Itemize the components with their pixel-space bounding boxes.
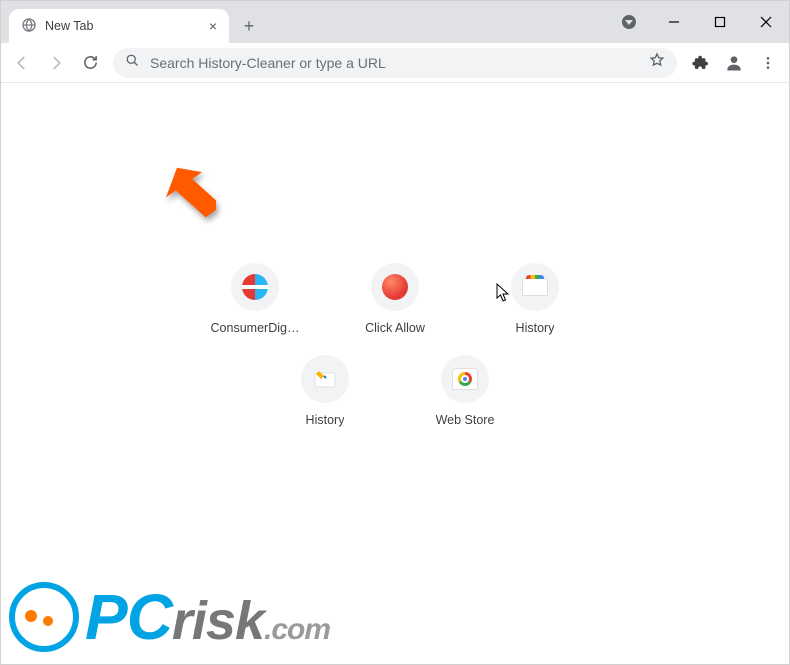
window-close-button[interactable] bbox=[743, 1, 789, 43]
annotation-arrow-icon bbox=[156, 163, 216, 233]
shortcut-label: History bbox=[516, 321, 555, 335]
back-button[interactable] bbox=[7, 48, 37, 78]
shortcut-icon-wrap bbox=[371, 263, 419, 311]
caption-dropdown[interactable] bbox=[615, 8, 643, 36]
shortcut-grid: ConsumerDig… Click Allow History History bbox=[185, 263, 605, 427]
shortcut-icon-wrap bbox=[441, 355, 489, 403]
red-sphere-icon bbox=[382, 274, 408, 300]
new-tab-button[interactable]: + bbox=[235, 12, 263, 40]
watermark: PCrisk.com bbox=[9, 580, 330, 654]
extensions-button[interactable] bbox=[685, 48, 715, 78]
history-window-icon bbox=[522, 278, 548, 296]
shortcut-icon-wrap bbox=[231, 263, 279, 311]
kebab-icon bbox=[760, 55, 776, 71]
close-icon bbox=[760, 16, 772, 28]
window-minimize-button[interactable] bbox=[651, 1, 697, 43]
search-icon bbox=[125, 53, 140, 73]
tab-new-tab[interactable]: New Tab × bbox=[9, 9, 229, 43]
shortcut-consumerdig[interactable]: ConsumerDig… bbox=[200, 263, 310, 335]
arrow-right-icon bbox=[47, 54, 65, 72]
shortcut-web-store[interactable]: Web Store bbox=[410, 355, 520, 427]
shortcut-label: Web Store bbox=[436, 413, 495, 427]
watermark-text: PCrisk.com bbox=[85, 580, 330, 654]
profile-button[interactable] bbox=[719, 48, 749, 78]
tab-title: New Tab bbox=[45, 19, 93, 33]
toolbar bbox=[1, 43, 789, 83]
pcrisk-logo-icon bbox=[9, 582, 79, 652]
shortcut-label: ConsumerDig… bbox=[211, 321, 300, 335]
menu-button[interactable] bbox=[753, 48, 783, 78]
chrome-logo-icon bbox=[458, 372, 472, 386]
shortcut-label: History bbox=[306, 413, 345, 427]
new-tab-page: ConsumerDig… Click Allow History History bbox=[1, 83, 789, 664]
address-input[interactable] bbox=[150, 55, 639, 71]
globe-icon bbox=[21, 17, 37, 36]
minimize-icon bbox=[668, 16, 680, 28]
shortcut-icon-wrap bbox=[511, 263, 559, 311]
reload-icon bbox=[82, 54, 99, 71]
tab-strip: New Tab × + bbox=[1, 1, 789, 43]
shortcut-history-1[interactable]: History bbox=[480, 263, 590, 335]
window-maximize-button[interactable] bbox=[697, 1, 743, 43]
shortcut-click-allow[interactable]: Click Allow bbox=[340, 263, 450, 335]
forward-button[interactable] bbox=[41, 48, 71, 78]
history-brush-icon bbox=[313, 367, 337, 391]
web-store-icon bbox=[452, 368, 478, 390]
maximize-icon bbox=[714, 16, 726, 28]
omnibox[interactable] bbox=[113, 48, 677, 78]
reload-button[interactable] bbox=[75, 48, 105, 78]
puzzle-icon bbox=[692, 54, 709, 71]
window-controls bbox=[615, 1, 789, 43]
shortcut-history-2[interactable]: History bbox=[270, 355, 380, 427]
shortcut-label: Click Allow bbox=[365, 321, 425, 335]
avatar-icon bbox=[724, 53, 744, 73]
star-icon[interactable] bbox=[649, 52, 665, 73]
browser-window: New Tab × + bbox=[0, 0, 790, 665]
close-tab-icon[interactable]: × bbox=[209, 18, 217, 34]
consumer-icon bbox=[242, 274, 268, 300]
shortcut-icon-wrap bbox=[301, 355, 349, 403]
arrow-left-icon bbox=[13, 54, 31, 72]
chevron-down-icon bbox=[622, 15, 636, 29]
